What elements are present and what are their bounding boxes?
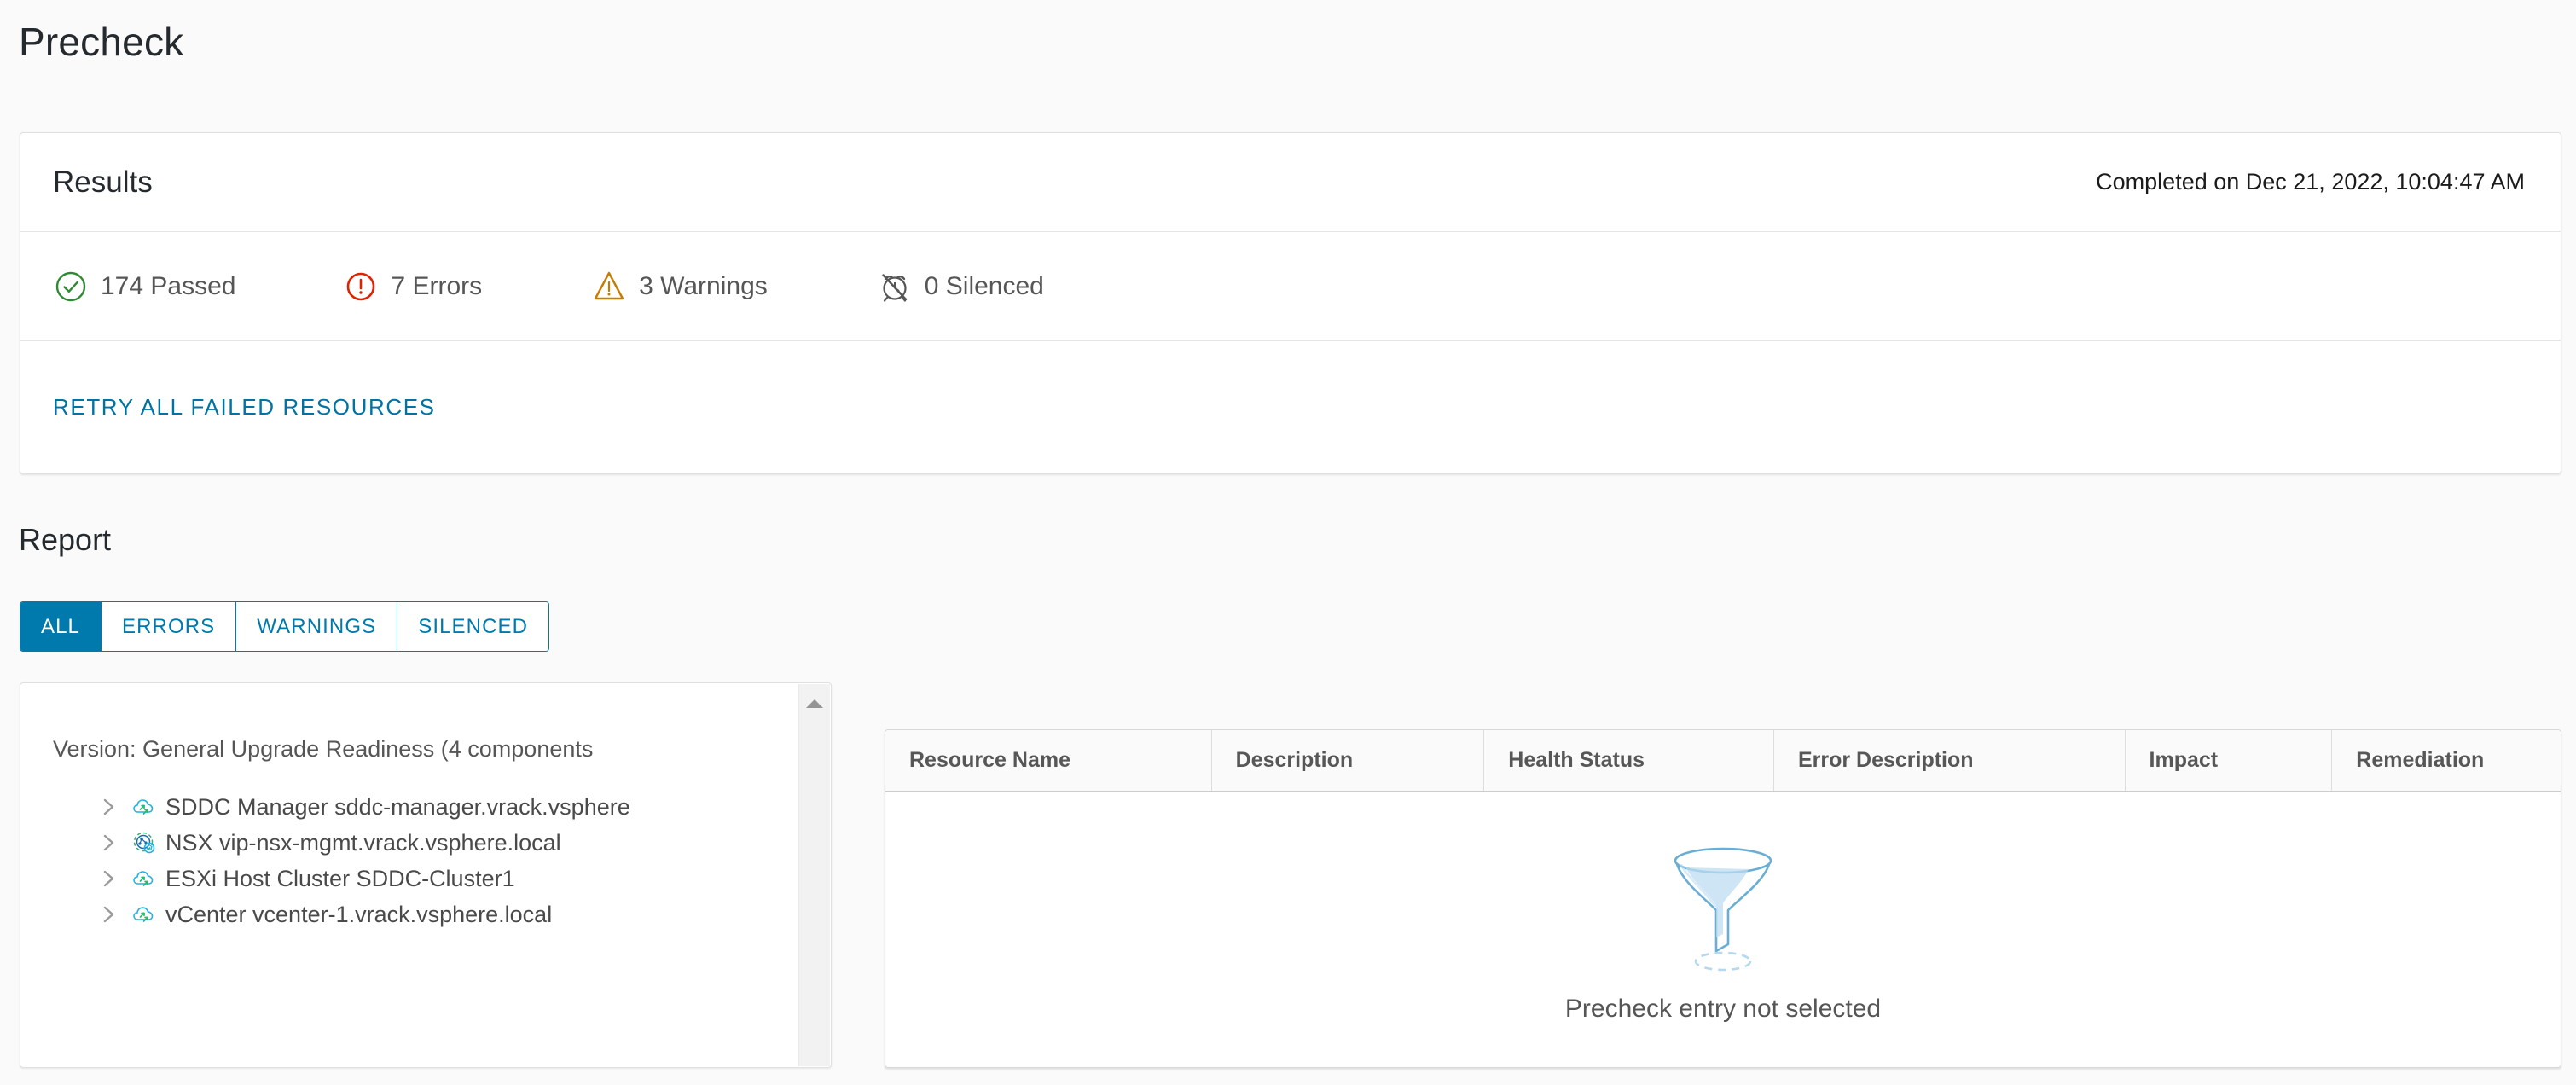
tree-item-nsx[interactable]: NSX vip-nsx-mgmt.vrack.vsphere.local bbox=[96, 828, 561, 857]
retry-all-failed-resources-button[interactable]: RETRY ALL FAILED RESOURCES bbox=[53, 394, 436, 421]
tab-warnings[interactable]: WARNINGS bbox=[236, 602, 398, 651]
results-stats-row: 174 Passed 7 Errors 3 Warnings 0 Silence… bbox=[20, 232, 2561, 341]
precheck-tree: Version: General Upgrade Readiness (4 co… bbox=[20, 683, 798, 1067]
tree-vertical-scrollbar[interactable] bbox=[798, 684, 830, 1066]
report-filter-tabs: ALL ERRORS WARNINGS SILENCED bbox=[20, 601, 550, 652]
precheck-tree-panel: Version: General Upgrade Readiness (4 co… bbox=[20, 682, 832, 1068]
table-header-row: Resource Name Description Health Status … bbox=[885, 730, 2561, 792]
column-header-impact[interactable]: Impact bbox=[2126, 730, 2333, 791]
chevron-right-icon[interactable] bbox=[96, 902, 121, 927]
tree-item-sddc-manager[interactable]: SDDC Manager sddc-manager.vrack.vsphere bbox=[96, 792, 630, 821]
tree-item-label: ESXi Host Cluster SDDC-Cluster1 bbox=[165, 865, 515, 891]
tree-item-label: NSX vip-nsx-mgmt.vrack.vsphere.local bbox=[165, 829, 561, 856]
stat-warnings-label: 3 Warnings bbox=[639, 271, 768, 300]
chevron-right-icon[interactable] bbox=[96, 794, 121, 820]
tree-item-esxi-host-cluster[interactable]: ESXi Host Cluster SDDC-Cluster1 bbox=[96, 864, 515, 893]
tree-item-label: SDDC Manager sddc-manager.vrack.vsphere bbox=[165, 793, 630, 820]
results-heading: Results bbox=[53, 165, 153, 199]
completed-timestamp: Completed on Dec 21, 2022, 10:04:47 AM bbox=[2096, 169, 2525, 194]
scroll-up-arrow-icon[interactable] bbox=[799, 691, 830, 717]
cloud-upgrade-icon bbox=[130, 900, 159, 929]
warning-triangle-icon bbox=[591, 269, 627, 305]
stat-warnings: 3 Warnings bbox=[591, 269, 768, 305]
column-header-resource-name[interactable]: Resource Name bbox=[885, 730, 1212, 791]
stat-silenced-label: 0 Silenced bbox=[924, 271, 1044, 300]
stat-errors: 7 Errors bbox=[343, 269, 482, 305]
cloud-upgrade-icon bbox=[130, 792, 159, 821]
results-card: Results Completed on Dec 21, 2022, 10:04… bbox=[20, 132, 2561, 474]
stat-passed: 174 Passed bbox=[53, 269, 235, 305]
tab-silenced[interactable]: SILENCED bbox=[397, 602, 549, 651]
report-heading: Report bbox=[19, 522, 112, 557]
chevron-right-icon[interactable] bbox=[96, 866, 121, 891]
cloud-upgrade-icon bbox=[130, 864, 159, 893]
results-card-header: Results Completed on Dec 21, 2022, 10:04… bbox=[20, 133, 2561, 232]
stat-errors-label: 7 Errors bbox=[391, 271, 483, 300]
results-card-actions: RETRY ALL FAILED RESOURCES bbox=[20, 341, 2561, 473]
tab-errors[interactable]: ERRORS bbox=[102, 602, 237, 651]
tab-all[interactable]: ALL bbox=[20, 602, 102, 651]
check-circle-icon bbox=[53, 269, 89, 305]
error-circle-icon bbox=[343, 269, 379, 305]
alarm-off-icon bbox=[877, 269, 913, 305]
tree-root-label: Version: General Upgrade Readiness (4 co… bbox=[53, 736, 594, 762]
stat-silenced: 0 Silenced bbox=[877, 269, 1044, 305]
funnel-icon bbox=[1660, 842, 1786, 976]
empty-state-message: Precheck entry not selected bbox=[1564, 994, 1882, 1023]
tree-item-vcenter[interactable]: vCenter vcenter-1.vrack.vsphere.local bbox=[96, 900, 552, 929]
column-header-error-description[interactable]: Error Description bbox=[1774, 730, 2126, 791]
stat-passed-label: 174 Passed bbox=[101, 271, 236, 300]
page-title: Precheck bbox=[19, 20, 184, 64]
tree-item-label: vCenter vcenter-1.vrack.vsphere.local bbox=[165, 901, 553, 927]
table-empty-state: Precheck entry not selected bbox=[885, 792, 2561, 1067]
precheck-page: Precheck Results Completed on Dec 21, 20… bbox=[0, 0, 2576, 1085]
column-header-remediation[interactable]: Remediation bbox=[2332, 730, 2561, 791]
column-header-health-status[interactable]: Health Status bbox=[1484, 730, 1774, 791]
column-header-description[interactable]: Description bbox=[1212, 730, 1485, 791]
precheck-details-table-panel: Resource Name Description Health Status … bbox=[885, 729, 2561, 1068]
nsx-network-icon bbox=[130, 828, 159, 857]
chevron-right-icon[interactable] bbox=[96, 830, 121, 856]
